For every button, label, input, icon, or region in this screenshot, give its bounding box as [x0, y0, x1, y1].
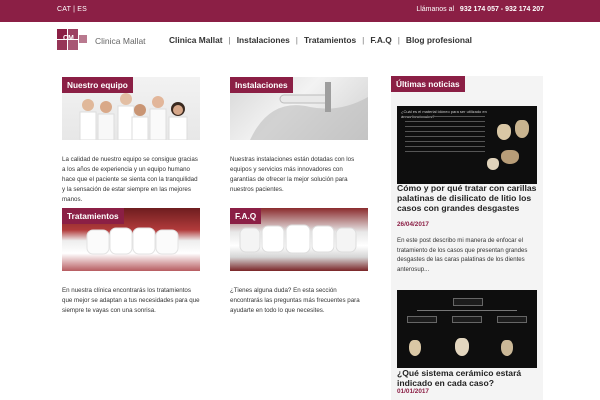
main-nav: Clinica Mallat | Instalaciones | Tratami… — [169, 35, 472, 45]
phone-numbers[interactable]: 932 174 057 - 932 174 207 — [460, 6, 544, 13]
card-team[interactable]: Nuestro equipo La calidad de nuestro equ… — [62, 77, 202, 205]
phone-prefix: Llámanos al — [416, 6, 455, 13]
crown-graphic — [455, 338, 469, 356]
logo-mark: CM — [63, 35, 74, 42]
news-title[interactable]: ¿Qué sistema cerámico estará indicado en… — [397, 368, 537, 388]
news-date: 01/01/2017 — [397, 388, 429, 395]
card-description: En nuestra clínica encontrarás los trata… — [62, 287, 200, 314]
logo-word: Clinica Mallat — [95, 36, 146, 46]
crown-graphic — [487, 158, 499, 170]
diagram-line — [417, 310, 517, 311]
nav-separator: | — [397, 35, 400, 45]
material-table-graphic — [405, 116, 485, 156]
treatments-photo[interactable]: Tratamientos — [62, 208, 200, 271]
news-date: 26/04/2017 — [397, 221, 429, 228]
nav-item-tratamientos[interactable]: Tratamientos — [304, 35, 356, 45]
top-bar: CAT | ES Llámanos al 932 174 057 - 932 1… — [0, 0, 600, 22]
installations-photo[interactable]: Instalaciones — [230, 77, 368, 140]
language-switcher[interactable]: CAT | ES — [57, 6, 87, 13]
card-treatments[interactable]: Tratamientos En nuestra clínica encontra… — [62, 208, 202, 316]
diagram-box — [497, 316, 527, 323]
crown-graphic — [501, 150, 519, 164]
header: CM Clinica Mallat Clinica Mallat | Insta… — [0, 22, 600, 58]
card-installations[interactable]: Instalaciones Nuestras instalaciones est… — [230, 77, 370, 195]
logo[interactable]: CM Clinica Mallat — [57, 29, 147, 53]
card-description: Nuestras instalaciones están dotadas con… — [230, 156, 355, 193]
latest-news-sidebar: Últimas noticias ¿Cuál es el material id… — [391, 76, 543, 400]
news-image[interactable] — [397, 290, 537, 368]
nav-item-blog[interactable]: Blog profesional — [406, 35, 472, 45]
nav-separator: | — [362, 35, 365, 45]
nav-item-faq[interactable]: F.A.Q — [370, 35, 391, 45]
card-description: ¿Tienes alguna duda? En esta sección enc… — [230, 287, 360, 314]
nav-item-instalaciones[interactable]: Instalaciones — [237, 35, 290, 45]
card-label[interactable]: F.A.Q — [230, 208, 262, 224]
crown-graphic — [515, 120, 529, 138]
team-photo[interactable]: Nuestro equipo — [62, 77, 200, 140]
diagram-box — [452, 316, 482, 323]
card-label[interactable]: Instalaciones — [230, 77, 293, 93]
diagram-box — [407, 316, 437, 323]
news-excerpt: En este post describo mi manera de enfoc… — [397, 237, 528, 273]
news-title[interactable]: Cómo y por qué tratar con carillas palat… — [397, 183, 537, 213]
logo-square — [79, 35, 87, 43]
card-faq[interactable]: F.A.Q ¿Tienes alguna duda? En esta secci… — [230, 208, 370, 316]
crown-graphic — [409, 340, 421, 356]
card-description: La calidad de nuestro equipo se consigue… — [62, 156, 198, 203]
card-label[interactable]: Nuestro equipo — [62, 77, 133, 93]
card-label[interactable]: Tratamientos — [62, 208, 124, 224]
faq-photo[interactable]: F.A.Q — [230, 208, 368, 271]
news-image[interactable]: ¿Cuál es el material idóneo para ser uti… — [397, 106, 537, 184]
crown-graphic — [501, 340, 513, 356]
phone-info: Llámanos al 932 174 057 - 932 174 207 — [416, 6, 544, 13]
crown-graphic — [497, 124, 511, 140]
nav-separator: | — [228, 35, 231, 45]
nav-separator: | — [295, 35, 298, 45]
nav-item-clinica[interactable]: Clinica Mallat — [169, 35, 223, 45]
diagram-box — [453, 298, 483, 306]
sidebar-title: Últimas noticias — [391, 76, 465, 92]
